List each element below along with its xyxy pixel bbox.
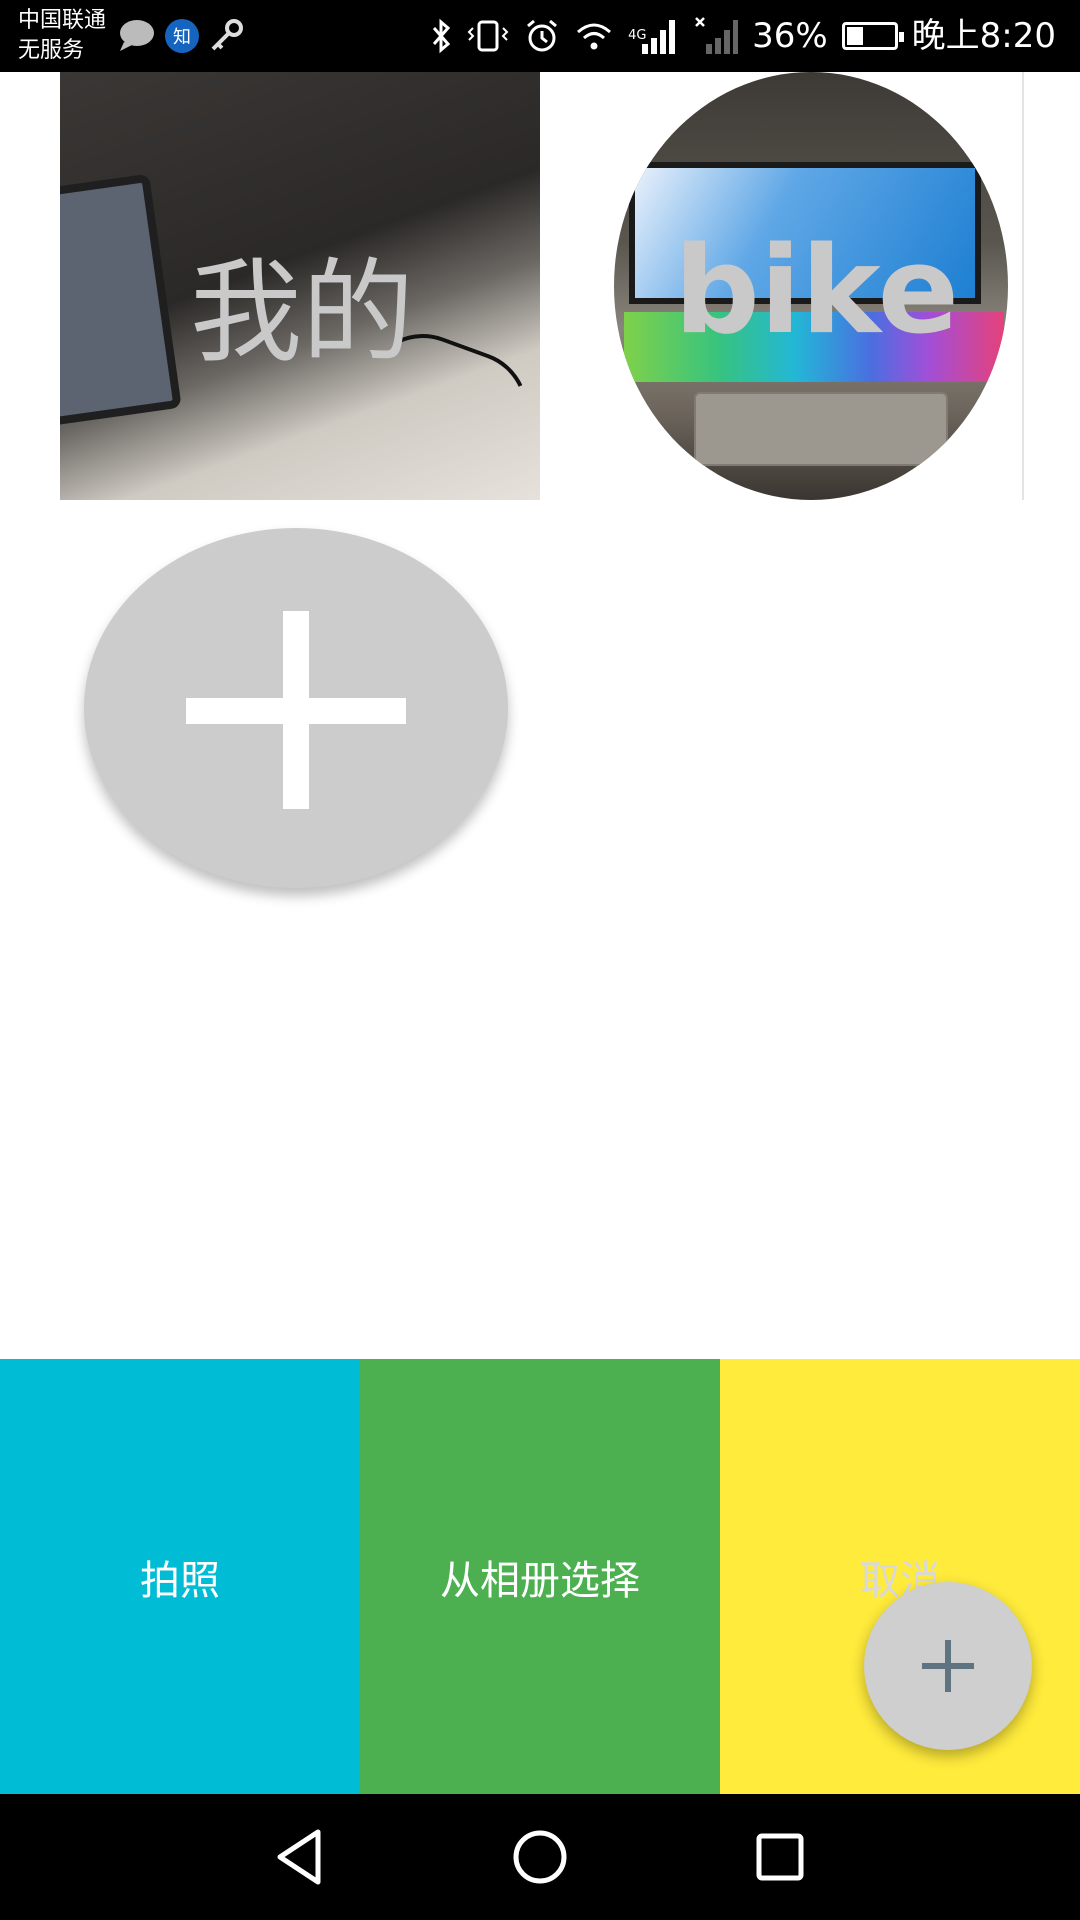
photo-content	[694, 392, 948, 466]
zhihu-icon-glyph: 知	[173, 27, 191, 48]
plus-icon	[945, 1640, 951, 1692]
status-icons: 4G 36% 晚上8:20	[430, 0, 1056, 72]
chat-bubble-icon	[120, 20, 154, 51]
zhihu-icon: 知	[165, 19, 199, 53]
oval-photo: bike	[614, 72, 1008, 500]
gallery-item-label: 我的	[190, 248, 414, 378]
home-icon[interactable]	[505, 1822, 575, 1892]
status-bar: 中国联通 无服务 知 4G 36% 晚上8:20	[0, 0, 1080, 72]
bluetooth-icon	[432, 18, 451, 54]
key-icon	[211, 19, 243, 51]
back-icon[interactable]	[266, 1822, 336, 1892]
service-status: 无服务	[18, 38, 85, 63]
take-photo-label: 拍照	[140, 1557, 220, 1604]
battery-icon	[841, 22, 904, 50]
carrier-name: 中国联通	[18, 8, 107, 33]
fab-add-button[interactable]	[864, 1582, 1032, 1750]
gallery-item[interactable]: bike	[580, 72, 1024, 500]
gallery-item-label: bike	[674, 222, 959, 361]
vibrate-icon	[467, 20, 509, 52]
choose-from-album-label: 从相册选择	[440, 1557, 640, 1604]
signal-4g-icon: 4G	[628, 16, 680, 56]
photo-content	[60, 173, 182, 427]
add-image-button[interactable]	[84, 528, 508, 888]
signal-no-sim-icon	[695, 17, 739, 54]
wifi-icon	[577, 23, 612, 50]
gallery-item[interactable]: 我的	[60, 72, 540, 500]
choose-from-album-button[interactable]: 从相册选择	[360, 1359, 720, 1794]
battery-percent: 36%	[752, 16, 828, 56]
take-photo-button[interactable]: 拍照	[0, 1359, 360, 1794]
navigation-bar	[0, 1794, 1080, 1920]
plus-icon	[283, 611, 309, 809]
clock: 晚上8:20	[911, 16, 1056, 56]
recents-icon[interactable]	[745, 1822, 815, 1892]
carrier-info: 中国联通 无服务	[18, 6, 106, 66]
alarm-icon	[527, 19, 558, 52]
battery-level	[846, 27, 864, 45]
